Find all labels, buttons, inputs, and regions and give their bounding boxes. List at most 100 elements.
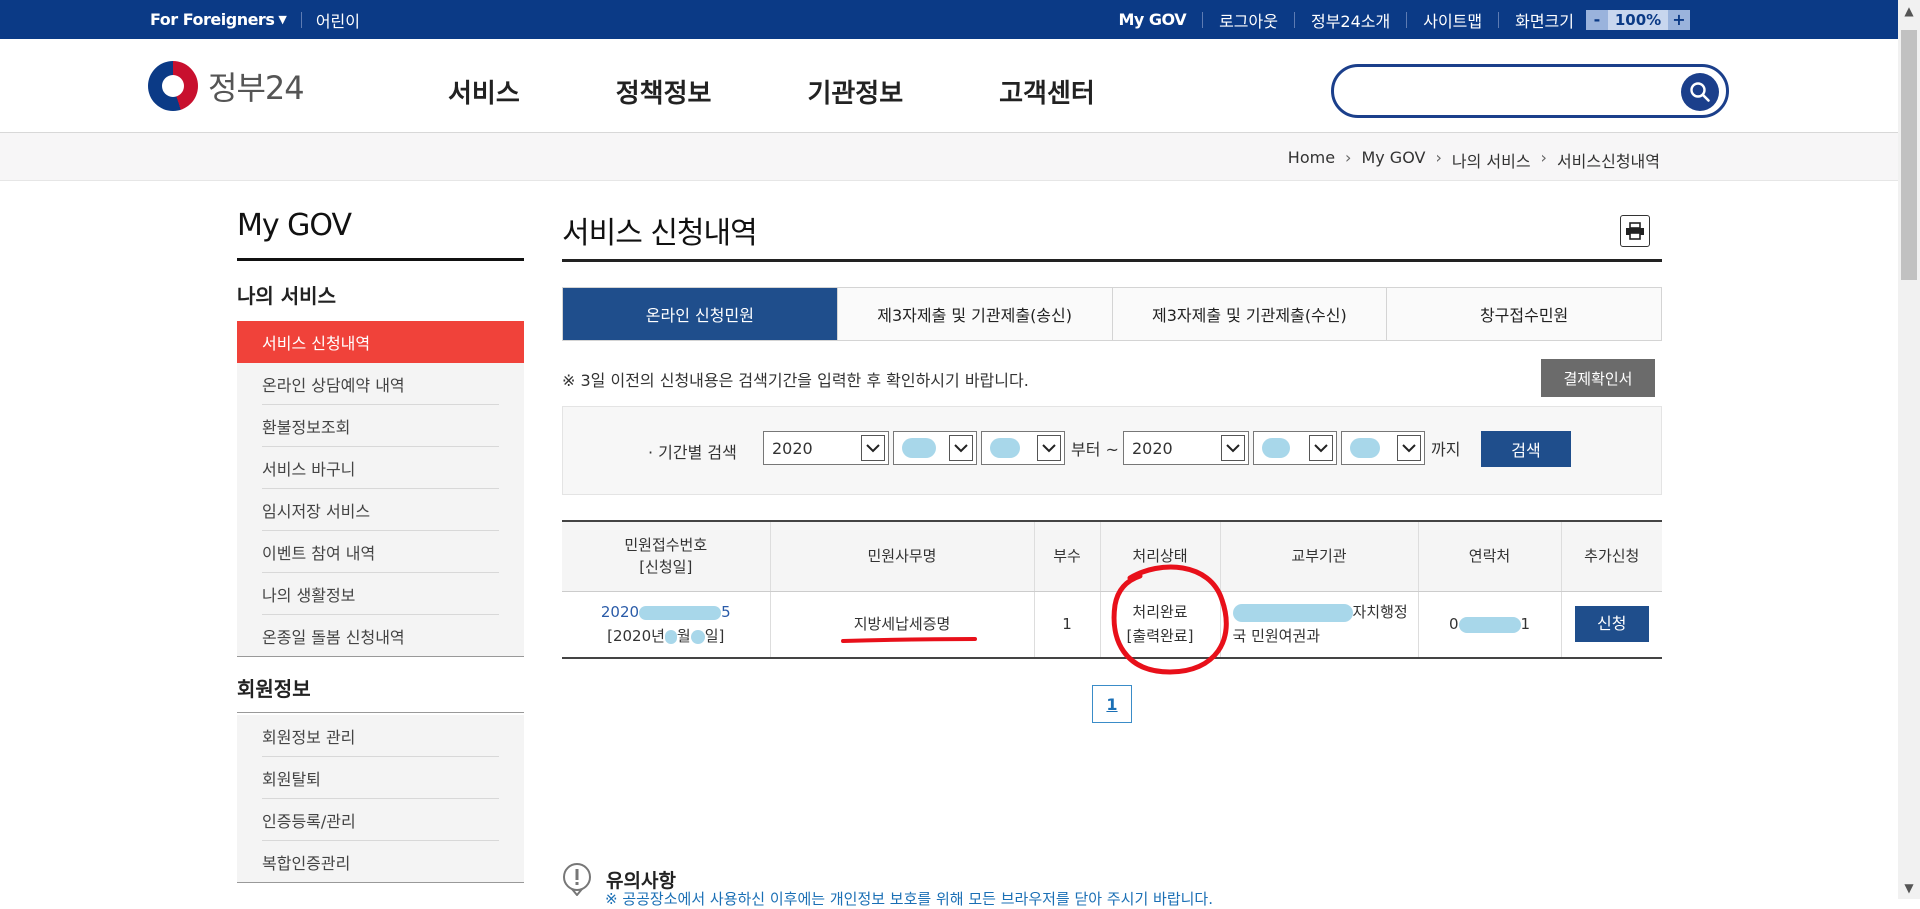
application-date-month: 월 xyxy=(676,627,691,646)
for-foreigners-dropdown[interactable]: For Foreigners ▼ xyxy=(150,10,287,29)
sidebar-item-event-history[interactable]: 이벤트 참여 내역 xyxy=(237,531,524,573)
zoom-in-button[interactable]: + xyxy=(1668,9,1690,30)
sidebar-item-temp-saved[interactable]: 임시저장 서비스 xyxy=(237,489,524,531)
breadcrumb-my-services[interactable]: 나의 서비스 xyxy=(1452,148,1531,172)
sidebar-item-withdraw[interactable]: 회원탈퇴 xyxy=(237,757,524,799)
chevron-down-icon xyxy=(861,435,885,461)
receipt-number-link[interactable]: 2020 5 xyxy=(601,603,731,621)
sidebar-item-life-info[interactable]: 나의 생활정보 xyxy=(237,573,524,615)
tab-counter-applications[interactable]: 창구접수민원 xyxy=(1387,288,1661,340)
redaction-mark xyxy=(690,629,705,644)
start-month-select[interactable] xyxy=(893,431,977,465)
agency-line2: 국 민원여권과 xyxy=(1232,627,1321,646)
col-contact: 연락처 xyxy=(1418,521,1562,592)
start-year-select[interactable]: 2020 xyxy=(763,431,889,465)
sidebar-item-multi-auth[interactable]: 복합인증관리 xyxy=(237,841,524,883)
sidebar-member-list: 회원정보 관리 회원탈퇴 인증등록/관리 복합인증관리 xyxy=(237,715,524,883)
application-date-end: 일] xyxy=(704,627,725,646)
gov24-logo[interactable]: 정부24 xyxy=(148,61,305,111)
chevron-down-icon xyxy=(1397,435,1421,461)
sitemap-link[interactable]: 사이트맵 xyxy=(1423,8,1482,32)
divider xyxy=(1498,11,1500,28)
breadcrumb-home[interactable]: Home xyxy=(1288,148,1335,172)
search-button[interactable] xyxy=(1681,73,1719,111)
col-application-date-label: [신청일] xyxy=(639,558,693,577)
breadcrumb-current: 서비스신청내역 xyxy=(1556,152,1660,171)
sidebar-item-member-manage[interactable]: 회원정보 관리 xyxy=(237,715,524,757)
breadcrumb-mygov[interactable]: My GOV xyxy=(1361,148,1425,172)
main-header: 정부24 서비스 정책정보 기관정보 고객센터 xyxy=(0,39,1898,133)
cell-apply: 신청 xyxy=(1561,591,1662,658)
site-search xyxy=(1331,64,1729,118)
payment-receipt-button[interactable]: 결제확인서 xyxy=(1541,359,1655,397)
zoom-out-button[interactable]: - xyxy=(1586,9,1608,30)
contact-start: 0 xyxy=(1448,615,1459,634)
cell-contact: 01 xyxy=(1418,591,1562,658)
end-day-select[interactable] xyxy=(1341,431,1425,465)
logo-text: 정부24 xyxy=(208,69,305,107)
nav-policy-info[interactable]: 정책정보 xyxy=(616,73,712,110)
receipt-number-end: 5 xyxy=(721,603,731,622)
chevron-down-icon xyxy=(1221,435,1245,461)
start-day-select[interactable] xyxy=(981,431,1065,465)
tab-online-applications[interactable]: 온라인 신청민원 xyxy=(563,288,838,340)
redaction-mark xyxy=(639,605,722,620)
end-year-value: 2020 xyxy=(1132,438,1173,458)
end-month-select[interactable] xyxy=(1253,431,1337,465)
printer-icon xyxy=(1626,222,1644,240)
page-title: 서비스 신청내역 xyxy=(562,216,758,251)
table-header-row: 민원접수번호 [신청일] 민원사무명 부수 처리상태 교부기관 연락처 추가신청 xyxy=(562,521,1662,592)
chevron-down-icon xyxy=(949,435,973,461)
sidebar-item-service-basket[interactable]: 서비스 바구니 xyxy=(237,447,524,489)
chevron-right-icon: › xyxy=(1345,148,1352,167)
col-count: 부수 xyxy=(1034,521,1101,592)
col-receipt-number: 민원접수번호 [신청일] xyxy=(562,521,771,592)
zoom-value: 100% xyxy=(1608,9,1668,30)
logout-link[interactable]: 로그아웃 xyxy=(1219,8,1278,32)
scroll-up-icon[interactable]: ▲ xyxy=(1898,0,1920,22)
nav-agency-info[interactable]: 기관정보 xyxy=(807,73,903,110)
about-gov24-link[interactable]: 정부24소개 xyxy=(1311,8,1390,32)
sidebar-item-cert-manage[interactable]: 인증등록/관리 xyxy=(237,799,524,841)
zoom-control: - 100% + xyxy=(1586,9,1690,30)
additional-apply-button[interactable]: 신청 xyxy=(1574,606,1649,643)
scrollbar-thumb[interactable] xyxy=(1901,30,1917,280)
page-scrollbar[interactable]: ▲ ▼ xyxy=(1898,0,1920,899)
application-tabs: 온라인 신청민원 제3자제출 및 기관제출(송신) 제3자제출 및 기관제출(수… xyxy=(562,287,1662,341)
search-input[interactable] xyxy=(1354,75,1654,107)
start-year-value: 2020 xyxy=(772,438,813,458)
sidebar-title: My GOV xyxy=(237,208,352,243)
kids-link[interactable]: 어린이 xyxy=(316,8,360,32)
redaction-mark xyxy=(664,629,677,644)
sidebar-item-care-application[interactable]: 온종일 돌봄 신청내역 xyxy=(237,615,524,657)
status-print-text: [출력완료] xyxy=(1126,627,1194,646)
cell-status: 처리완료 [출력완료] xyxy=(1100,591,1221,658)
status-text: 처리완료 xyxy=(1132,603,1188,622)
pagination-page-1[interactable]: 1 xyxy=(1092,685,1132,723)
sidebar-item-consult-reservation[interactable]: 온라인 상담예약 내역 xyxy=(237,363,524,405)
sidebar-item-refund-info[interactable]: 환불정보조회 xyxy=(237,405,524,447)
cell-count: 1 xyxy=(1034,591,1101,658)
nav-services[interactable]: 서비스 xyxy=(448,73,520,110)
tab-third-party-sent[interactable]: 제3자제출 및 기관제출(송신) xyxy=(837,288,1113,340)
top-left-links: For Foreigners ▼ 어린이 xyxy=(150,0,360,39)
redaction-mark xyxy=(1262,438,1290,458)
col-service-name: 민원사무명 xyxy=(770,521,1035,592)
divider xyxy=(1293,11,1295,28)
print-button[interactable] xyxy=(1620,215,1650,247)
nav-customer-center[interactable]: 고객센터 xyxy=(999,73,1095,110)
application-date-start: [2020년 xyxy=(607,627,665,646)
redaction-mark xyxy=(1458,616,1521,633)
application-table: 민원접수번호 [신청일] 민원사무명 부수 처리상태 교부기관 연락처 추가신청… xyxy=(562,520,1662,659)
sidebar-item-service-history[interactable]: 서비스 신청내역 xyxy=(237,321,524,363)
sidebar-my-services-list: 서비스 신청내역 온라인 상담예약 내역 환불정보조회 서비스 바구니 임시저장… xyxy=(237,321,524,657)
mygov-link[interactable]: My GOV xyxy=(1118,10,1186,29)
redaction-mark xyxy=(1232,603,1353,622)
scroll-down-icon[interactable]: ▼ xyxy=(1898,877,1920,899)
end-year-select[interactable]: 2020 xyxy=(1123,431,1249,465)
period-search-button[interactable]: 검색 xyxy=(1481,431,1571,467)
tab-third-party-received[interactable]: 제3자제출 및 기관제출(수신) xyxy=(1112,288,1388,340)
redaction-mark xyxy=(902,438,936,458)
col-additional-apply: 추가신청 xyxy=(1561,521,1662,592)
zoom-label: 화면크기 xyxy=(1515,11,1574,31)
